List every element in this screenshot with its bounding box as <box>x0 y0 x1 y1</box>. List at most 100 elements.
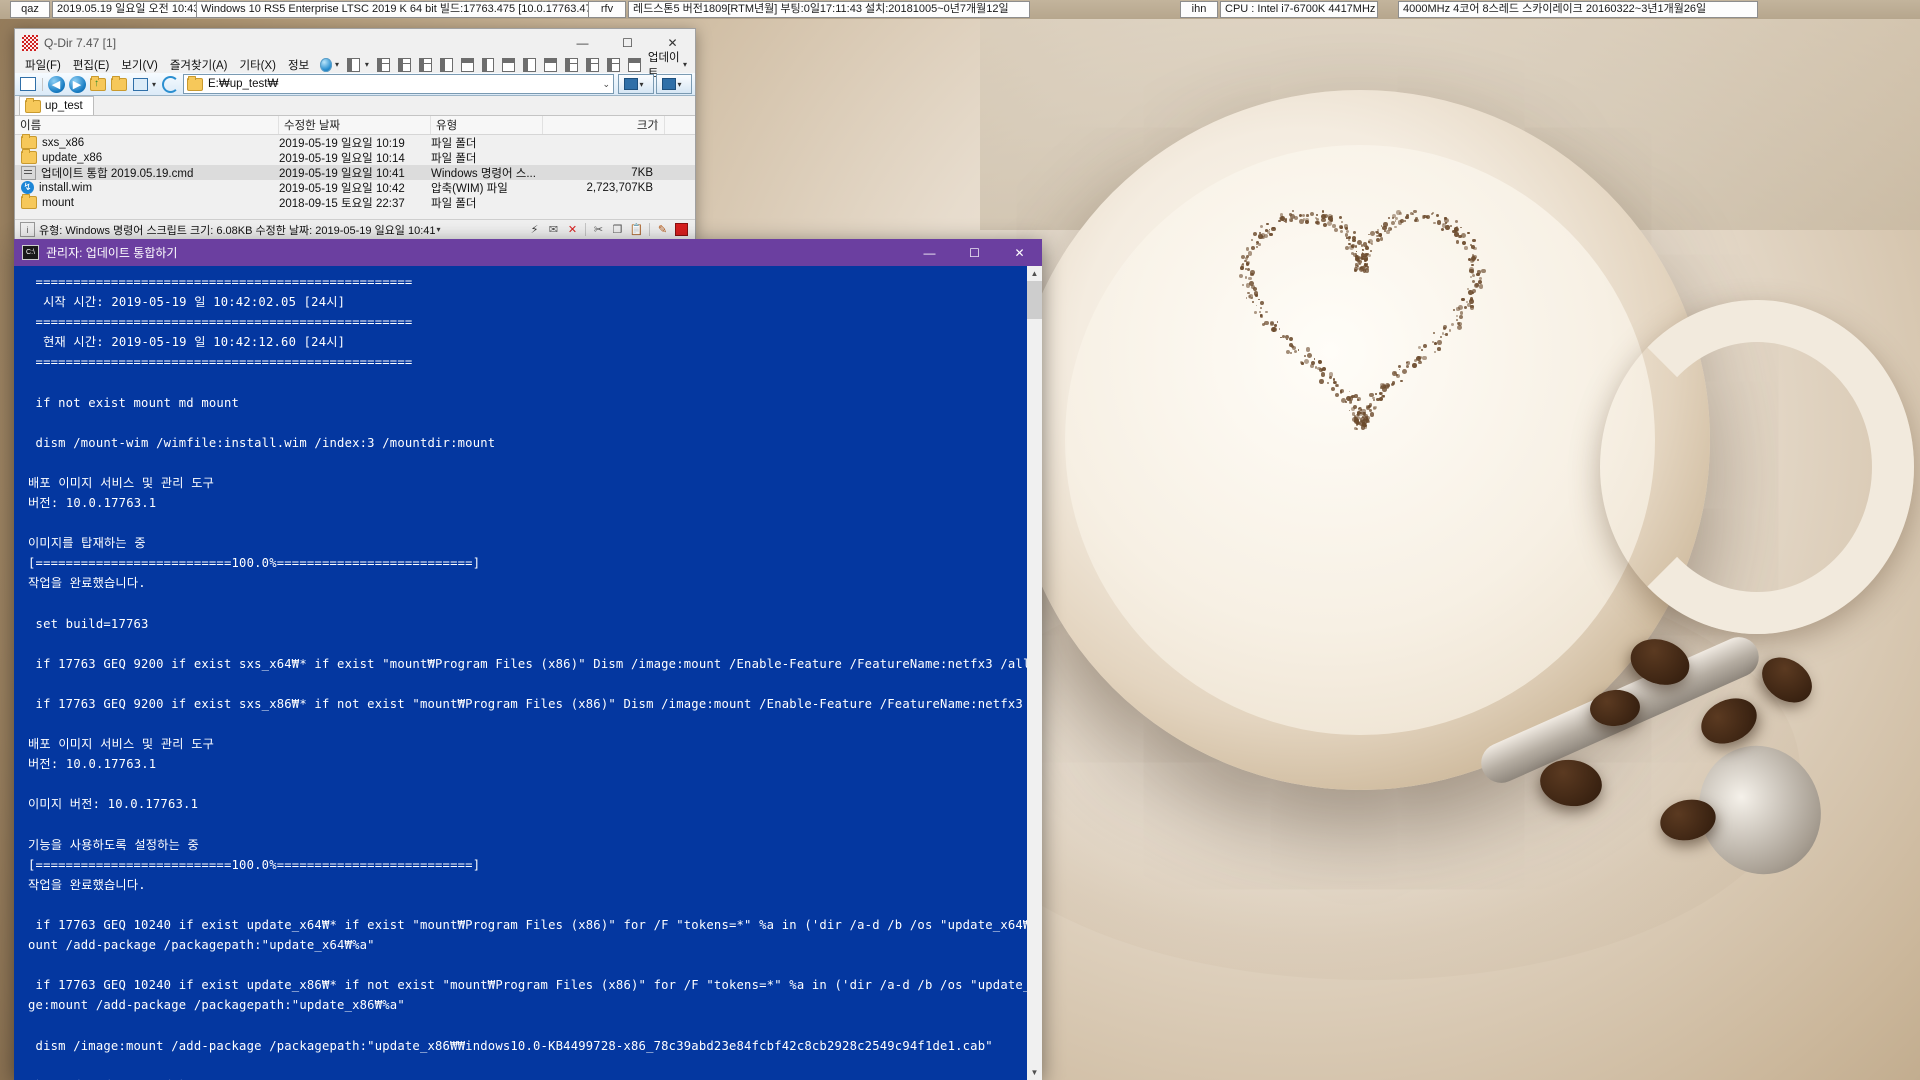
cocoa-dot <box>1254 311 1257 314</box>
folder-icon <box>21 136 37 149</box>
cell-name[interactable]: sxs_x86 <box>15 136 273 149</box>
qdir-window[interactable]: Q-Dir 7.47 [1] — ☐ ✕ 파일(F) 편집(E) 보기(V) 즐… <box>14 28 696 240</box>
menu-item-info[interactable]: 정보 <box>282 57 315 73</box>
column-header-size[interactable]: 크기 ^ <box>543 116 665 134</box>
cocoa-dot <box>1369 409 1372 412</box>
back-button[interactable]: ◀ <box>46 75 66 94</box>
cocoa-dot <box>1377 229 1379 231</box>
cocoa-dot <box>1346 237 1348 239</box>
table-row[interactable]: sxs_x86 2019-05-19 일요일 10:19 파일 폴더 <box>15 135 695 150</box>
layout-icon-12[interactable] <box>607 58 620 72</box>
cocoa-dot <box>1272 227 1274 229</box>
view-options-button[interactable] <box>130 75 150 94</box>
cocoa-dot <box>1392 217 1394 219</box>
maximize-button[interactable]: ☐ <box>605 29 650 56</box>
console-scrollbar[interactable]: ▲ ▼ <box>1027 266 1042 1080</box>
cell-date: 2019-05-19 일요일 10:14 <box>273 150 425 166</box>
refresh-button[interactable] <box>160 75 180 94</box>
view-chevron-down-icon[interactable]: ▾ <box>152 80 156 89</box>
console-maximize-button[interactable]: ☐ <box>952 239 997 266</box>
cocoa-dot <box>1464 246 1468 250</box>
cell-name[interactable]: update_x86 <box>15 151 273 164</box>
address-input[interactable]: E:₩up_test₩ ⌄ <box>183 74 614 94</box>
address-chevron-down-icon[interactable]: ⌄ <box>602 79 610 90</box>
cocoa-dot <box>1265 229 1268 232</box>
column-header-name[interactable]: 이름 <box>15 116 279 134</box>
layout-icon-2[interactable] <box>398 58 411 72</box>
menu-item-extras[interactable]: 기타(X) <box>234 57 283 73</box>
delete-icon[interactable]: ✕ <box>564 222 581 238</box>
qdir-statusbar[interactable]: i 유형: Windows 명령어 스크립트 크기: 6.08KB 수정한 날짜… <box>15 219 695 239</box>
column-header-date[interactable]: 수정한 날짜 <box>279 116 431 134</box>
menu-item-view[interactable]: 보기(V) <box>115 57 164 73</box>
tab-label: up_test <box>45 100 83 112</box>
scrollbar-thumb[interactable] <box>1027 281 1042 319</box>
table-row[interactable]: mount 2018-09-15 토요일 22:37 파일 폴더 <box>15 195 695 210</box>
qdir-addressbar[interactable]: ◀ ▶ ↑ ▾ E:₩up_test₩ ⌄ ▾ ▾ <box>15 73 695 96</box>
layout-icon-9[interactable] <box>544 58 557 72</box>
layout-icon-4[interactable] <box>440 58 453 72</box>
mail-icon[interactable]: ✉ <box>545 222 562 238</box>
menu-item-file[interactable]: 파일(F) <box>19 57 67 73</box>
scroll-up-icon[interactable]: ▲ <box>1027 266 1042 281</box>
layout-icon-8[interactable] <box>523 58 536 72</box>
console-close-button[interactable]: ✕ <box>997 239 1042 266</box>
tab-up-test[interactable]: up_test <box>19 96 94 115</box>
forward-button[interactable]: ▶ <box>67 75 87 94</box>
table-row[interactable]: ↯ install.wim 2019-05-19 일요일 10:42 압축(WIM) … <box>15 180 695 195</box>
table-row[interactable]: update_x86 2019-05-19 일요일 10:14 파일 폴더 <box>15 150 695 165</box>
console-minimize-button[interactable]: — <box>907 239 952 266</box>
cocoa-dot <box>1391 383 1394 386</box>
console-titlebar[interactable]: C:\ 관리자: 업데이트 통합하기 — ☐ ✕ <box>14 239 1042 266</box>
minimize-button[interactable]: — <box>560 29 605 56</box>
copy-icon[interactable]: ❐ <box>609 222 626 238</box>
cell-name[interactable]: mount <box>15 196 273 209</box>
scroll-down-icon[interactable]: ▼ <box>1027 1065 1042 1080</box>
column-header-type[interactable]: 유형 <box>431 116 543 134</box>
cell-name[interactable]: ↯ install.wim <box>15 181 273 194</box>
paste-icon[interactable]: 📋 <box>628 222 645 238</box>
qdir-titlebar[interactable]: Q-Dir 7.47 [1] — ☐ ✕ <box>15 29 695 56</box>
split-view-button-1[interactable]: ▾ <box>618 74 654 94</box>
stop-icon[interactable] <box>673 222 690 238</box>
layout-icon-main[interactable] <box>347 58 360 72</box>
lightning-icon[interactable]: ⚡ <box>526 222 543 238</box>
menu-item-favorites[interactable]: 즐겨찾기(A) <box>164 57 234 73</box>
layout-icon-13[interactable] <box>628 58 641 72</box>
layout-icon-3[interactable] <box>419 58 432 72</box>
cocoa-dot <box>1299 219 1304 224</box>
cocoa-dot <box>1460 311 1463 314</box>
menu-item-edit[interactable]: 편집(E) <box>67 57 116 73</box>
cocoa-dot <box>1341 221 1343 223</box>
qdir-tabstrip[interactable]: up_test <box>15 96 695 116</box>
layout-icon-10[interactable] <box>565 58 578 72</box>
cut-icon[interactable]: ✂ <box>590 222 607 238</box>
details-view-icon[interactable] <box>18 75 38 94</box>
cocoa-dot <box>1384 230 1386 232</box>
cocoa-dot <box>1452 230 1456 234</box>
cocoa-dot <box>1471 264 1474 267</box>
layout-icon-7[interactable] <box>502 58 515 72</box>
up-button[interactable]: ↑ <box>88 75 108 94</box>
split-view-button-2[interactable]: ▾ <box>656 74 692 94</box>
new-folder-button[interactable] <box>109 75 129 94</box>
globe-icon[interactable] <box>320 58 332 72</box>
qdir-menubar[interactable]: 파일(F) 편집(E) 보기(V) 즐겨찾기(A) 기타(X) 정보 ▾ ▾ 업… <box>15 56 695 73</box>
edit-icon[interactable]: ✎ <box>654 222 671 238</box>
chevron-down-icon[interactable]: ▾ <box>335 60 339 69</box>
cocoa-dot <box>1319 379 1323 383</box>
layout-icon-11[interactable] <box>586 58 599 72</box>
layout-chevron-down-icon[interactable]: ▾ <box>365 60 369 69</box>
console-window[interactable]: C:\ 관리자: 업데이트 통합하기 — ☐ ✕ ===============… <box>14 239 1042 1080</box>
cocoa-dot <box>1472 239 1476 243</box>
file-list[interactable]: sxs_x86 2019-05-19 일요일 10:19 파일 폴더 update_x… <box>15 135 695 210</box>
layout-icon-1[interactable] <box>377 58 390 72</box>
layout-icon-5[interactable] <box>461 58 474 72</box>
layout-icon-6[interactable] <box>482 58 495 72</box>
table-row[interactable]: 업데이트 통합 2019.05.19.cmd 2019-05-19 일요일 10:… <box>15 165 695 180</box>
file-list-header[interactable]: 이름 수정한 날짜 유형 크기 ^ <box>15 116 695 135</box>
console-output-area[interactable]: ========================================… <box>14 266 1042 1080</box>
cocoa-dot <box>1436 214 1439 217</box>
status-chevron-down-icon[interactable]: ▾ <box>437 225 441 234</box>
cell-name[interactable]: 업데이트 통합 2019.05.19.cmd <box>15 165 273 181</box>
